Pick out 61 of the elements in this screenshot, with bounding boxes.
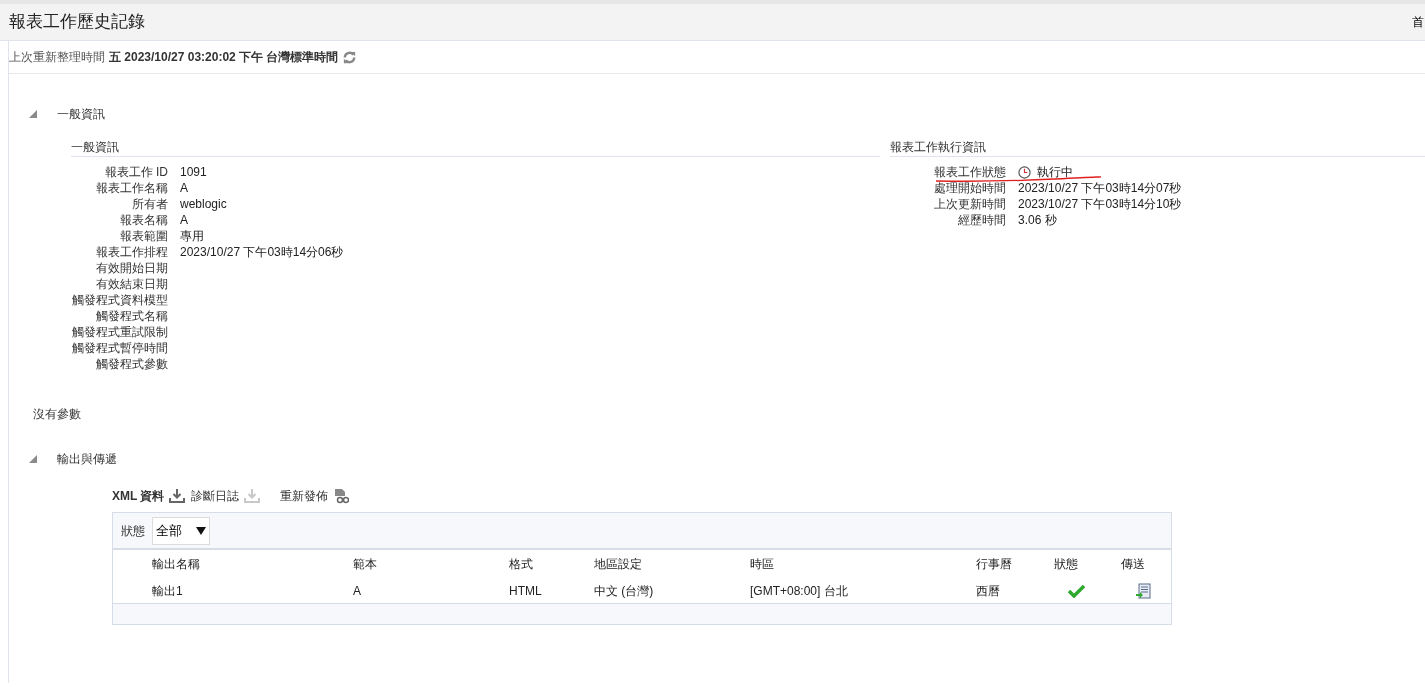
subsection-title: 報表工作執行資訊 xyxy=(890,137,1425,157)
refresh-time: 五 2023/10/27 03:20:02 下午 台灣標準時間 xyxy=(109,49,339,66)
section-title[interactable]: 一般資訊 xyxy=(57,105,105,123)
table-cell-text: A xyxy=(353,582,362,600)
page-title: 報表工作歷史記錄 xyxy=(9,11,145,34)
field-label: 觸發程式資料模型 xyxy=(71,292,169,309)
field-label: 觸發程式重試限制 xyxy=(71,324,169,341)
clock-icon xyxy=(1018,165,1031,179)
table-cell-text: [GMT+08:00] 台北 xyxy=(750,582,849,600)
column-header: 格式 xyxy=(509,556,534,573)
column-header: 地區設定 xyxy=(594,556,643,573)
expand-triangle-icon[interactable] xyxy=(29,455,37,463)
column-header: 傳送 xyxy=(1121,556,1146,573)
field-value: 2023/10/27 下午03時14分10秒 xyxy=(1018,196,1182,213)
field-label: 報表範圍 xyxy=(119,228,169,245)
download-icon[interactable] xyxy=(169,488,186,504)
toolbar-link[interactable]: 重新發佈 xyxy=(280,487,329,505)
table-cell-text: 西曆 xyxy=(976,582,1001,600)
field-label: 報表工作排程 xyxy=(95,244,169,261)
status-filter-dropdown[interactable]: 全部 xyxy=(152,516,210,545)
no-parameters-text: 沒有參數 xyxy=(33,406,82,423)
dropdown-caret-icon xyxy=(196,526,206,535)
column-header: 狀態 xyxy=(1054,556,1079,573)
field-label: 所有者 xyxy=(131,196,169,213)
field-value: 2023/10/27 下午03時14分06秒 xyxy=(180,244,344,261)
column-header: 時區 xyxy=(750,556,775,573)
expand-triangle-icon[interactable] xyxy=(29,110,37,118)
field-value: weblogic xyxy=(180,196,227,213)
field-value: 3.06 秒 xyxy=(1018,212,1057,229)
field-value: 1091 xyxy=(180,164,207,181)
field-value: 專用 xyxy=(180,228,204,245)
toolbar-link[interactable]: XML 資料 xyxy=(112,487,165,505)
field-label: 報表名稱 xyxy=(119,212,169,229)
column-header: 範本 xyxy=(353,556,378,573)
field-label: 上次更新時間 xyxy=(933,196,1007,213)
section-title[interactable]: 輸出與傳遞 xyxy=(57,450,117,468)
refresh-label: 上次重新整理時間 xyxy=(9,49,105,66)
corner-text: 首 xyxy=(1412,14,1425,31)
field-label: 報表工作名稱 xyxy=(95,180,169,197)
field-value: 執行中 xyxy=(1037,164,1073,181)
field-label: 有效開始日期 xyxy=(95,260,169,277)
filter-label: 狀態 xyxy=(121,522,145,540)
field-value: A xyxy=(180,180,188,197)
field-value: 2023/10/27 下午03時14分07秒 xyxy=(1018,180,1182,197)
field-label: 觸發程式參數 xyxy=(95,356,169,373)
field-label: 觸發程式暫停時間 xyxy=(71,340,169,357)
table-cell-text: 中文 (台灣) xyxy=(594,582,655,600)
field-label: 報表工作 ID xyxy=(103,164,169,181)
field-label: 報表工作狀態 xyxy=(933,164,1007,181)
column-header: 行事曆 xyxy=(976,556,1013,573)
field-label: 經歷時間 xyxy=(957,212,1007,229)
column-header: 輸出名稱 xyxy=(152,556,201,573)
table-cell-text: 輸出1 xyxy=(152,582,184,600)
field-label: 有效結束日期 xyxy=(95,276,169,293)
refresh-icon[interactable] xyxy=(342,49,358,65)
field-label: 觸發程式名稱 xyxy=(95,308,169,325)
table-cell-text: HTML xyxy=(509,582,543,600)
subsection-title: 一般資訊 xyxy=(71,137,880,157)
field-value: A xyxy=(180,212,188,229)
document-glasses-icon[interactable] xyxy=(333,488,350,504)
field-label: 處理開始時間 xyxy=(933,180,1007,197)
